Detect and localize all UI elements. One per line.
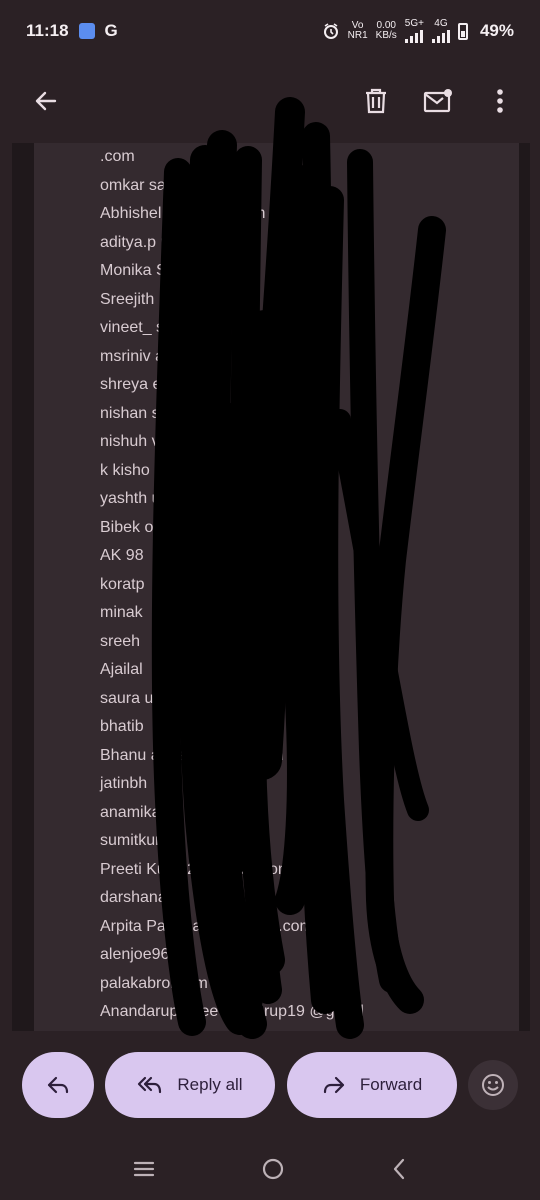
recipient-line: saura uha @gmail.com [100,689,265,707]
arrow-back-icon [35,91,57,111]
recipient-line: msriniv a19 [100,347,182,365]
recipient-line: Preeti Ku e i201 gmail.com [100,860,292,878]
status-right: Vo NR1 0.00 KB/s 5G+ 4G 49% [322,19,514,43]
signal-bars-icon [404,29,423,43]
status-left: 11:18 G [26,21,118,41]
reply-all-label: Reply all [177,1075,243,1094]
recipient-line: sumitkum 3 [100,832,182,849]
network-speed: 0.00 KB/s [375,20,397,41]
emoji-icon [482,1074,504,1096]
recipient-line: minak [100,604,143,621]
alarm-icon [323,23,338,39]
message-card[interactable]: .com omkar sa 2sa gm com Abhishel ea 3 mai… [34,143,519,1031]
reply-icon [47,1076,69,1094]
recipient-line: yashth un [100,490,170,507]
recipient-line: omkar sa 2sa gm com [100,176,258,194]
recents-button[interactable] [133,1160,155,1183]
recipient-line: jatinbh [100,775,148,792]
recipient-line: Sreejith [100,290,155,308]
forward-button[interactable]: Forward [287,1052,457,1118]
recipient-line: darshanak 6 [100,889,189,906]
home-icon [262,1158,284,1179]
system-nav-bar [0,1142,540,1200]
volte-indicator: Vo NR1 [347,20,368,41]
docs-notification-icon [78,23,95,39]
forward-label: Forward [359,1075,423,1094]
recipient-line: .com [100,1027,519,1032]
more-vert-icon [497,89,503,113]
recipient-line: alenjoe96@ [100,946,186,963]
recipient-line: shreya er [100,376,167,393]
signal-5g: 5G+ [404,19,424,43]
reply-all-icon [138,1076,162,1094]
trash-icon [366,88,386,114]
recipient-line: sreeh [100,632,141,650]
recipient-line: Ajailal [100,661,143,678]
signal-4g: 4G [431,19,450,43]
recipient-line: Arpita Pan p and 2@g ail.com [100,917,313,935]
recipient-line: palakabrol@ m [100,974,208,992]
recipient-line: k kisho [100,461,150,479]
battery-icon [457,22,468,40]
recents-icon [133,1161,155,1176]
recipient-line: AK 98 [100,547,144,564]
recipient-line: vineet_ sa [100,319,173,336]
recipient-line: Anandarup at ee • an drup19 @gmail [100,1003,364,1020]
recipient-line: anamika [100,803,161,821]
message-area: .com omkar sa 2sa gm com Abhishel ea 3 mai… [12,143,530,1031]
recipient-line: bhatib [100,718,144,735]
reply-actions: Reply all Forward [0,1052,540,1120]
forward-icon [323,1076,344,1094]
nav-back-button[interactable] [391,1157,407,1186]
top-app-bar [0,62,540,140]
mail-unread-icon [423,89,452,113]
recipient-line: Abhishel ea 3 mail.com [100,205,266,222]
recipient-line: Bibek o o n 108 gmail.com [100,518,289,536]
nav-back-icon [393,1158,405,1179]
battery-percent: 49% [479,21,514,40]
recipient-line: .com [100,148,135,165]
clock: 11:18 [26,21,69,40]
toolbar-actions [352,77,524,125]
recipient-line: aditya.p m [100,233,174,251]
add-reaction-button[interactable] [468,1060,518,1110]
recipient-line: nishuh vai [100,433,173,450]
recipient-line: Monika S k 2 g com [100,262,241,279]
reply-button[interactable] [22,1052,94,1118]
more-options-button[interactable] [476,77,524,125]
home-button[interactable] [261,1157,285,1186]
signal-bars-icon [431,29,450,43]
back-button[interactable] [22,77,70,125]
recipient-line: nishan shi [100,404,173,422]
delete-button[interactable] [352,77,400,125]
google-notification-icon: G [104,21,118,40]
mark-unread-button[interactable] [414,77,462,125]
recipient-list: .com omkar sa 2sa gm com Abhishel ea 3 mai… [100,143,519,1031]
status-bar: 11:18 G Vo NR1 0.00 KB/s 5G+ 4G 49% [0,0,540,62]
recipient-line: koratp [100,575,145,593]
recipient-line: Bhanu abhai @gmail.com [100,746,284,764]
reply-all-button[interactable]: Reply all [105,1052,275,1118]
